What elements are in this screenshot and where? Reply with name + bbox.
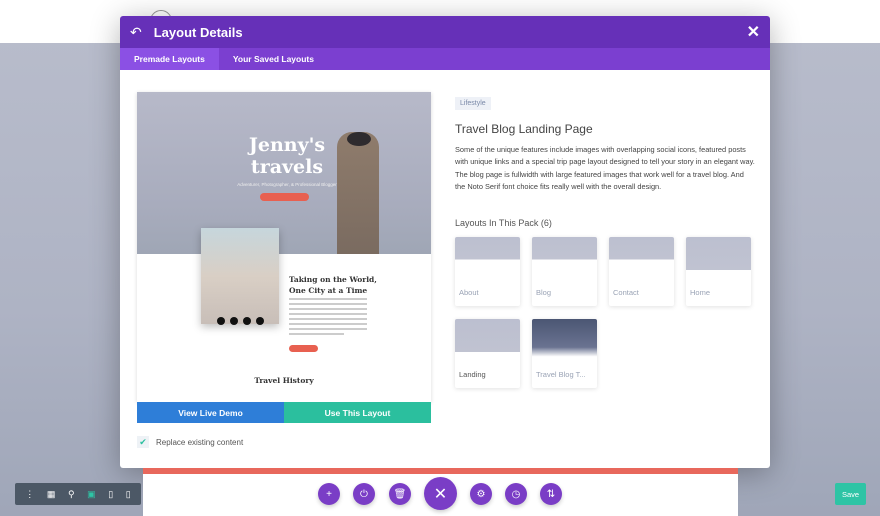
layout-title: Travel Blog Landing Page xyxy=(455,122,593,136)
layout-label: Travel Blog T... xyxy=(536,370,586,380)
power-icon[interactable]: ⏻ xyxy=(353,483,375,505)
layout-label: Home xyxy=(690,288,711,298)
tab-premade-layouts[interactable]: Premade Layouts xyxy=(120,48,219,70)
layout-description: Some of the unique features include imag… xyxy=(455,145,755,191)
tab-saved-layouts[interactable]: Your Saved Layouts xyxy=(219,48,328,70)
add-icon[interactable]: + xyxy=(318,483,340,505)
modal-title: Layout Details xyxy=(153,24,243,40)
layout-label: Contact xyxy=(613,288,639,298)
close-builder-icon[interactable]: ✕ xyxy=(424,477,457,510)
zoom-icon[interactable]: ⚲ xyxy=(68,489,75,500)
sort-icon[interactable]: ⇅ xyxy=(540,483,562,505)
check-icon[interactable]: ✔ xyxy=(137,436,149,448)
trash-icon[interactable]: 🗑 xyxy=(389,483,411,505)
view-live-demo-button[interactable]: View Live Demo xyxy=(137,402,284,423)
use-this-layout-button[interactable]: Use This Layout xyxy=(284,402,431,423)
post-button xyxy=(289,345,318,352)
layout-card[interactable]: Travel Blog T... xyxy=(532,319,597,389)
history-icon[interactable]: ◷ xyxy=(505,483,527,505)
preview-hero: Jenny's travels Adventurer, Photographer… xyxy=(137,92,431,254)
gear-icon[interactable]: ⚙ xyxy=(470,483,492,505)
tablet-icon[interactable]: ▯ xyxy=(108,489,113,500)
save-button[interactable]: Save xyxy=(835,483,866,505)
layout-card[interactable]: About xyxy=(455,237,520,307)
hero-subtitle: Adventurer, Photographer, & Professional… xyxy=(237,182,337,187)
hero-hat xyxy=(347,132,371,146)
more-icon[interactable]: ⋮ xyxy=(25,489,34,500)
layout-thumbnail xyxy=(532,237,597,285)
desktop-icon[interactable]: ▣ xyxy=(87,489,96,500)
hero-person-image xyxy=(337,132,379,254)
layout-thumbnail xyxy=(455,319,520,367)
hero-cta xyxy=(260,193,309,201)
social-icons xyxy=(217,317,264,325)
back-icon[interactable]: ↶ xyxy=(130,24,142,41)
layout-info: Lifestyle Travel Blog Landing Page Some … xyxy=(455,92,755,389)
layout-label: About xyxy=(459,288,479,298)
section-title: Travel History xyxy=(254,376,314,385)
category-badge[interactable]: Lifestyle xyxy=(455,97,491,110)
layout-card[interactable]: Blog xyxy=(532,237,597,307)
layout-card[interactable]: Contact xyxy=(609,237,674,307)
layout-thumbnail xyxy=(455,237,520,285)
layout-card[interactable]: Landing xyxy=(455,319,520,389)
replace-label: Replace existing content xyxy=(156,437,244,447)
phone-icon[interactable]: ▯ xyxy=(126,489,131,500)
layout-label: Landing xyxy=(459,370,486,380)
tab-bar: Premade Layouts Your Saved Layouts xyxy=(120,48,770,70)
wireframe-icon[interactable]: ▦ xyxy=(47,489,56,500)
layout-card[interactable]: Home xyxy=(686,237,751,307)
layout-thumbnail xyxy=(609,237,674,285)
view-toolbar: ⋮ ▦ ⚲ ▣ ▯ ▯ xyxy=(15,483,141,505)
layout-label: Blog xyxy=(536,288,552,298)
layout-preview: Jenny's travels Adventurer, Photographer… xyxy=(137,92,431,402)
hero-title: Jenny's travels xyxy=(248,134,326,178)
pack-heading: Layouts In This Pack (6) xyxy=(455,218,552,229)
replace-content-checkbox[interactable]: ✔ Replace existing content xyxy=(137,436,243,448)
layout-thumbnail xyxy=(686,237,751,285)
layout-details-modal: ↶ Layout Details ✕ Premade Layouts Your … xyxy=(120,16,770,468)
close-icon[interactable]: ✕ xyxy=(747,22,760,42)
layout-thumbnail xyxy=(532,319,597,367)
layout-grid: About Blog Contact Home Landing Travel B… xyxy=(455,237,755,389)
post-text xyxy=(289,298,367,338)
modal-header: ↶ Layout Details ✕ xyxy=(120,16,770,48)
post-title: Taking on the World, One City at a Time xyxy=(289,275,377,295)
featured-photo xyxy=(201,228,279,324)
